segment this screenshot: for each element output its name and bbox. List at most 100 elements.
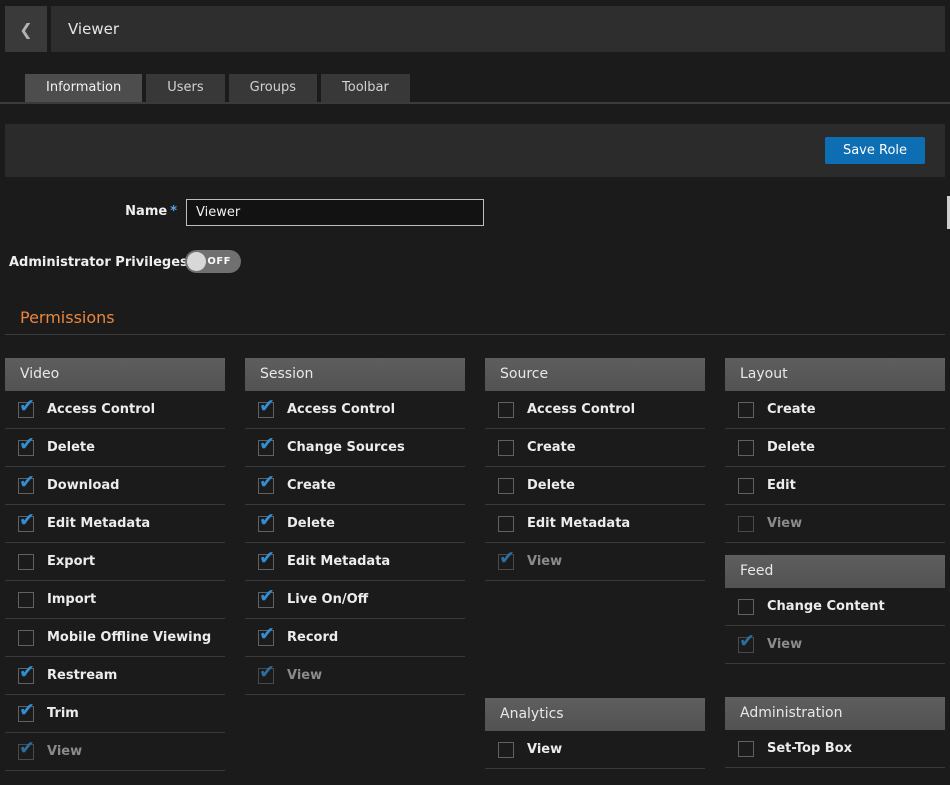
permission-row-feed-change-content: Change Content <box>725 588 945 626</box>
permission-row-source-view: View <box>485 543 705 581</box>
permission-label: Trim <box>47 706 79 721</box>
permission-label: Set-Top Box <box>767 741 852 756</box>
checkbox-checked-icon[interactable] <box>18 668 34 684</box>
permission-label: Change Content <box>767 599 885 614</box>
checkbox-checked-icon <box>258 668 274 684</box>
permission-row-video-export: Export <box>5 543 225 581</box>
checkbox-unchecked-icon[interactable] <box>738 741 754 757</box>
name-label: Name* <box>0 204 177 219</box>
checkbox-unchecked-icon[interactable] <box>498 478 514 494</box>
permissions-grid: VideoAccess ControlDeleteDownloadEdit Me… <box>5 358 945 771</box>
permission-label: Delete <box>767 440 815 455</box>
permission-row-layout-edit: Edit <box>725 467 945 505</box>
permission-row-layout-view: View <box>725 505 945 543</box>
permission-row-session-access-control: Access Control <box>245 391 465 429</box>
permission-row-source-create: Create <box>485 429 705 467</box>
permission-label: Export <box>47 554 95 569</box>
permissions-column: VideoAccess ControlDeleteDownloadEdit Me… <box>5 358 225 771</box>
chevron-left-icon: ❮ <box>19 20 32 39</box>
permission-label: Mobile Offline Viewing <box>47 630 211 645</box>
checkbox-unchecked-icon[interactable] <box>738 402 754 418</box>
back-button[interactable]: ❮ <box>5 6 47 52</box>
checkbox-unchecked-icon[interactable] <box>738 599 754 615</box>
permission-row-video-access-control: Access Control <box>5 391 225 429</box>
section-header-analytics: Analytics <box>485 698 705 731</box>
permissions-heading: Permissions <box>20 308 115 327</box>
permission-label: Restream <box>47 668 117 683</box>
permission-label: Edit <box>767 478 796 493</box>
tab-underline <box>0 102 950 104</box>
checkbox-checked-icon[interactable] <box>18 402 34 418</box>
permission-row-video-restream: Restream <box>5 657 225 695</box>
title-bar: Viewer <box>51 6 945 52</box>
permission-row-video-mobile-offline-viewing: Mobile Offline Viewing <box>5 619 225 657</box>
permission-label: View <box>767 637 802 652</box>
checkbox-checked-icon[interactable] <box>258 402 274 418</box>
permission-label: View <box>527 554 562 569</box>
admin-privileges-label: Administrator Privileges <box>9 255 188 270</box>
permission-row-video-delete: Delete <box>5 429 225 467</box>
permission-row-video-trim: Trim <box>5 695 225 733</box>
permission-label: View <box>47 744 82 759</box>
action-band: Save Role <box>5 124 945 177</box>
permission-row-feed-view: View <box>725 626 945 664</box>
admin-privileges-toggle[interactable]: OFF <box>185 250 241 273</box>
permission-label: Access Control <box>527 402 635 417</box>
permission-label: Edit Metadata <box>527 516 630 531</box>
permission-row-session-live-on-off: Live On/Off <box>245 581 465 619</box>
checkbox-unchecked-icon[interactable] <box>738 440 754 456</box>
checkbox-checked-icon[interactable] <box>18 478 34 494</box>
permission-row-layout-delete: Delete <box>725 429 945 467</box>
checkbox-unchecked-icon <box>738 516 754 532</box>
checkbox-unchecked-icon[interactable] <box>498 742 514 758</box>
checkbox-unchecked-icon[interactable] <box>498 516 514 532</box>
section-header-video: Video <box>5 358 225 391</box>
permission-label: Delete <box>527 478 575 493</box>
permission-label: Edit Metadata <box>47 516 150 531</box>
permissions-column: SessionAccess ControlChange SourcesCreat… <box>245 358 465 695</box>
section-header-feed: Feed <box>725 555 945 588</box>
checkbox-unchecked-icon[interactable] <box>498 440 514 456</box>
permission-row-session-change-sources: Change Sources <box>245 429 465 467</box>
permission-row-session-create: Create <box>245 467 465 505</box>
permission-row-analytics-view: View <box>485 731 705 769</box>
permission-label: Create <box>287 478 336 493</box>
checkbox-checked-icon <box>738 637 754 653</box>
checkbox-unchecked-icon[interactable] <box>18 592 34 608</box>
name-input[interactable] <box>186 199 484 226</box>
tab-toolbar[interactable]: Toolbar <box>321 74 410 102</box>
permission-row-layout-create: Create <box>725 391 945 429</box>
checkbox-unchecked-icon[interactable] <box>498 402 514 418</box>
tab-users[interactable]: Users <box>146 74 224 102</box>
permission-row-session-edit-metadata: Edit Metadata <box>245 543 465 581</box>
permission-label: Access Control <box>287 402 395 417</box>
permission-label: Live On/Off <box>287 592 368 607</box>
permission-label: Change Sources <box>287 440 405 455</box>
tab-bar: Information Users Groups Toolbar <box>25 74 410 102</box>
permission-row-video-import: Import <box>5 581 225 619</box>
tab-groups[interactable]: Groups <box>229 74 317 102</box>
permissions-column: SourceAccess ControlCreateDeleteEdit Met… <box>485 358 705 769</box>
checkbox-checked-icon <box>18 744 34 760</box>
checkbox-unchecked-icon[interactable] <box>738 478 754 494</box>
checkbox-checked-icon[interactable] <box>18 706 34 722</box>
permission-label: Delete <box>47 440 95 455</box>
checkbox-checked-icon[interactable] <box>258 630 274 646</box>
tab-information[interactable]: Information <box>25 74 142 102</box>
checkbox-checked-icon[interactable] <box>18 440 34 456</box>
checkbox-checked-icon[interactable] <box>258 478 274 494</box>
checkbox-checked-icon[interactable] <box>18 516 34 532</box>
save-role-button[interactable]: Save Role <box>825 137 925 164</box>
permission-label: Record <box>287 630 338 645</box>
checkbox-checked-icon <box>498 554 514 570</box>
permission-label: View <box>767 516 802 531</box>
checkbox-checked-icon[interactable] <box>258 592 274 608</box>
checkbox-unchecked-icon[interactable] <box>18 554 34 570</box>
toggle-knob-icon <box>187 252 206 271</box>
checkbox-checked-icon[interactable] <box>258 440 274 456</box>
permission-row-session-view: View <box>245 657 465 695</box>
permission-row-administration-set-top-box: Set-Top Box <box>725 730 945 768</box>
checkbox-unchecked-icon[interactable] <box>18 630 34 646</box>
checkbox-checked-icon[interactable] <box>258 516 274 532</box>
checkbox-checked-icon[interactable] <box>258 554 274 570</box>
